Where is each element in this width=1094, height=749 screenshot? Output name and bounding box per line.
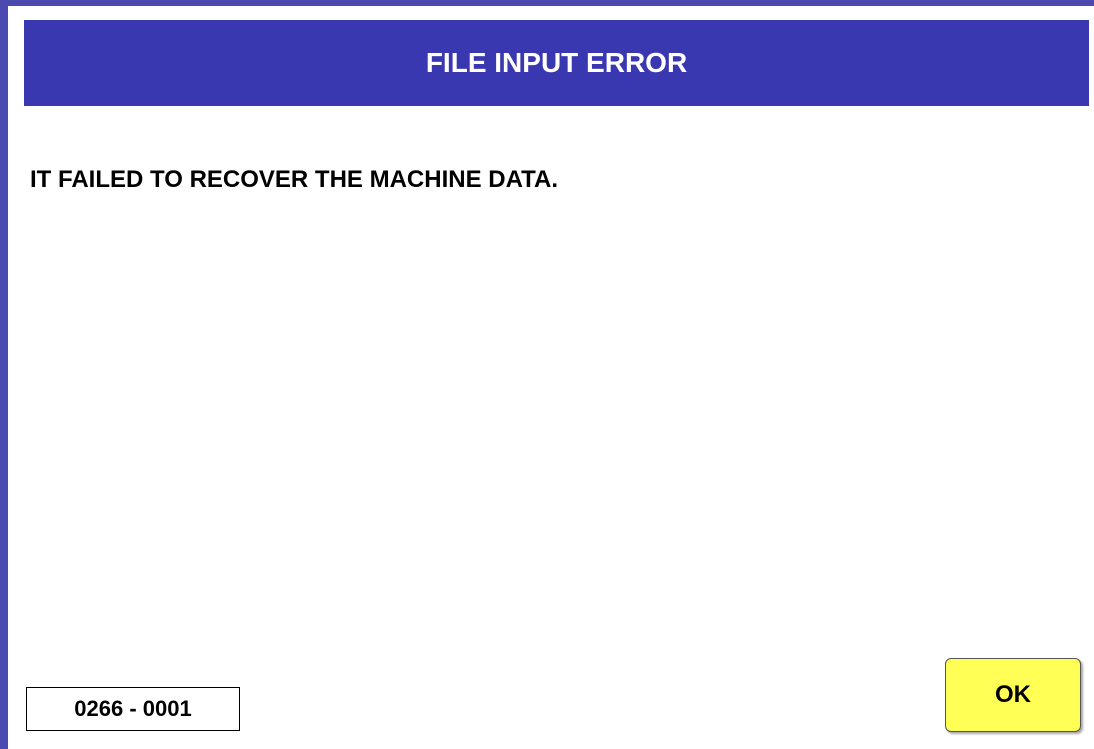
- error-code-box: 0266 - 0001: [26, 687, 240, 731]
- dialog-title: FILE INPUT ERROR: [24, 20, 1089, 106]
- error-message: IT FAILED TO RECOVER THE MACHINE DATA.: [30, 166, 559, 193]
- ok-button[interactable]: OK: [945, 658, 1081, 732]
- error-dialog: FILE INPUT ERROR IT FAILED TO RECOVER TH…: [0, 0, 1094, 749]
